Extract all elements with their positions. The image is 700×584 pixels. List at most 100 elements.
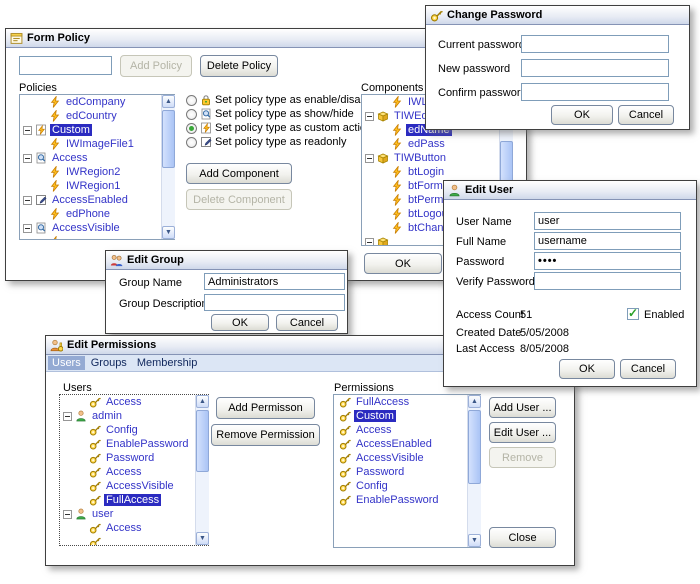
radio-icon[interactable] <box>186 137 197 148</box>
change-password-titlebar[interactable]: Change Password <box>426 6 689 25</box>
tree-item-enablepassword[interactable]: EnablePassword <box>334 493 480 507</box>
expander-icon[interactable] <box>23 154 32 163</box>
tree-item-custom[interactable]: Custom <box>334 409 480 423</box>
tree-item-accessvisible[interactable]: AccessVisible <box>60 479 208 493</box>
scroll-down-icon[interactable]: ▼ <box>196 532 209 545</box>
users-list[interactable]: AccessadminConfigEnablePasswordPasswordA… <box>59 394 209 546</box>
users-scrollbar[interactable]: ▲ ▼ <box>195 395 209 545</box>
scroll-down-icon[interactable]: ▼ <box>468 534 481 547</box>
expander-icon[interactable] <box>365 154 374 163</box>
policies-list[interactable]: edCompanyedCountryCustomIWImageFile1Acce… <box>19 94 175 240</box>
change-password-cancel-button[interactable]: Cancel <box>618 105 674 125</box>
group-name-input[interactable] <box>204 273 345 290</box>
change-password-ok-button[interactable]: OK <box>551 105 613 125</box>
close-button[interactable]: Close <box>489 527 556 548</box>
delete-component-button[interactable]: Delete Component <box>186 189 292 210</box>
permissions-scrollbar[interactable]: ▲ ▼ <box>467 395 481 547</box>
tab-membership[interactable]: Membership <box>133 356 202 370</box>
radio-icon[interactable] <box>186 109 197 120</box>
edit-group-ok-button[interactable]: OK <box>211 314 269 331</box>
expander-icon[interactable] <box>365 238 374 247</box>
add-policy-button[interactable]: Add Policy <box>120 55 192 77</box>
tree-item-accessenabled[interactable]: AccessEnabled <box>334 437 480 451</box>
expander-icon[interactable] <box>63 412 72 421</box>
expander-icon[interactable] <box>63 510 72 519</box>
add-permission-button[interactable]: Add Permisson <box>216 397 315 419</box>
policy-type-option[interactable]: Set policy type as custom action <box>186 121 375 135</box>
tree-item-enablepassword[interactable]: EnablePassword <box>60 437 208 451</box>
scroll-up-icon[interactable]: ▲ <box>162 95 175 108</box>
edit-group-cancel-button[interactable]: Cancel <box>276 314 338 331</box>
confirm-password-input[interactable] <box>521 83 669 101</box>
policy-type-option[interactable]: Set policy type as readonly <box>186 135 375 149</box>
add-user-button[interactable]: Add User ... <box>489 397 556 418</box>
expander-icon[interactable] <box>23 224 32 233</box>
tree-item-iwimagefile1[interactable]: IWImageFile1 <box>20 137 174 151</box>
tree-item-partial[interactable] <box>20 235 174 240</box>
expander-icon[interactable] <box>23 196 32 205</box>
tree-item-access[interactable]: Access <box>60 465 208 479</box>
tree-item-access[interactable]: Access <box>20 151 174 165</box>
tree-item-fullaccess[interactable]: FullAccess <box>60 493 208 507</box>
enabled-checkbox[interactable] <box>627 308 639 320</box>
permissions-list[interactable]: FullAccessCustomAccessAccessEnabledAcces… <box>333 394 481 548</box>
scroll-up-icon[interactable]: ▲ <box>468 395 481 408</box>
tree-item-password[interactable]: Password <box>334 465 480 479</box>
tree-item-btlogin[interactable]: btLogin <box>362 165 512 179</box>
remove-user-button[interactable]: Remove <box>489 447 556 468</box>
scrollbar-thumb[interactable] <box>468 410 481 484</box>
tree-item-config[interactable]: Config <box>60 423 208 437</box>
group-description-input[interactable] <box>204 294 345 311</box>
tree-item-edcompany[interactable]: edCompany <box>20 95 174 109</box>
tree-item-iwregion1[interactable]: IWRegion1 <box>20 179 174 193</box>
edit-group-titlebar[interactable]: Edit Group <box>106 251 347 270</box>
scroll-down-icon[interactable]: ▼ <box>162 226 175 239</box>
edit-user-ok-button[interactable]: OK <box>559 359 615 379</box>
tree-item-partial[interactable] <box>60 535 208 546</box>
policy-type-option[interactable]: Set policy type as enable/disable <box>186 93 375 107</box>
tree-item-accessvisible[interactable]: AccessVisible <box>334 451 480 465</box>
tree-item-access[interactable]: Access <box>334 423 480 437</box>
tree-item-admin[interactable]: admin <box>60 409 208 423</box>
user-name-input[interactable] <box>534 212 681 230</box>
add-component-button[interactable]: Add Component <box>186 163 292 184</box>
new-policy-input[interactable] <box>19 56 112 75</box>
tree-item-iwregion2[interactable]: IWRegion2 <box>20 165 174 179</box>
tree-item-accessenabled[interactable]: AccessEnabled <box>20 193 174 207</box>
password-input[interactable] <box>534 252 681 270</box>
radio-icon[interactable] <box>186 95 197 106</box>
verify-password-input[interactable] <box>534 272 681 290</box>
edit-user-cancel-button[interactable]: Cancel <box>620 359 676 379</box>
tree-item-fullaccess[interactable]: FullAccess <box>334 395 480 409</box>
scrollbar-thumb[interactable] <box>162 110 175 168</box>
current-password-input[interactable] <box>521 35 669 53</box>
edit-user-button[interactable]: Edit User ... <box>489 422 556 443</box>
tree-item-label: AccessVisible <box>50 222 122 234</box>
tree-item-config[interactable]: Config <box>334 479 480 493</box>
scrollbar-thumb[interactable] <box>196 410 209 472</box>
radio-icon[interactable] <box>186 123 197 134</box>
tree-item-accessvisible[interactable]: AccessVisible <box>20 221 174 235</box>
tree-item-access[interactable]: Access <box>60 521 208 535</box>
tab-groups[interactable]: Groups <box>87 356 131 370</box>
scroll-up-icon[interactable]: ▲ <box>196 395 209 408</box>
tree-item-password[interactable]: Password <box>60 451 208 465</box>
tree-item-tiwbutton[interactable]: TIWButton <box>362 151 512 165</box>
tree-item-access[interactable]: Access <box>60 395 208 409</box>
delete-policy-button[interactable]: Delete Policy <box>200 55 278 77</box>
full-name-input[interactable] <box>534 232 681 250</box>
new-password-input[interactable] <box>521 59 669 77</box>
tree-item-user[interactable]: user <box>60 507 208 521</box>
tree-item-edcountry[interactable]: edCountry <box>20 109 174 123</box>
expander-icon[interactable] <box>365 112 374 121</box>
edit-user-titlebar[interactable]: Edit User <box>444 181 696 200</box>
tree-item-custom[interactable]: Custom <box>20 123 174 137</box>
policies-scrollbar[interactable]: ▲ ▼ <box>161 95 175 239</box>
policy-type-option[interactable]: Set policy type as show/hide <box>186 107 375 121</box>
form-policy-ok-button[interactable]: OK <box>364 253 442 274</box>
expander-icon[interactable] <box>23 126 32 135</box>
tab-users[interactable]: Users <box>48 356 85 370</box>
remove-permission-button[interactable]: Remove Permission <box>211 424 320 446</box>
tree-item-edpass[interactable]: edPass <box>362 137 512 151</box>
tree-item-edphone[interactable]: edPhone <box>20 207 174 221</box>
